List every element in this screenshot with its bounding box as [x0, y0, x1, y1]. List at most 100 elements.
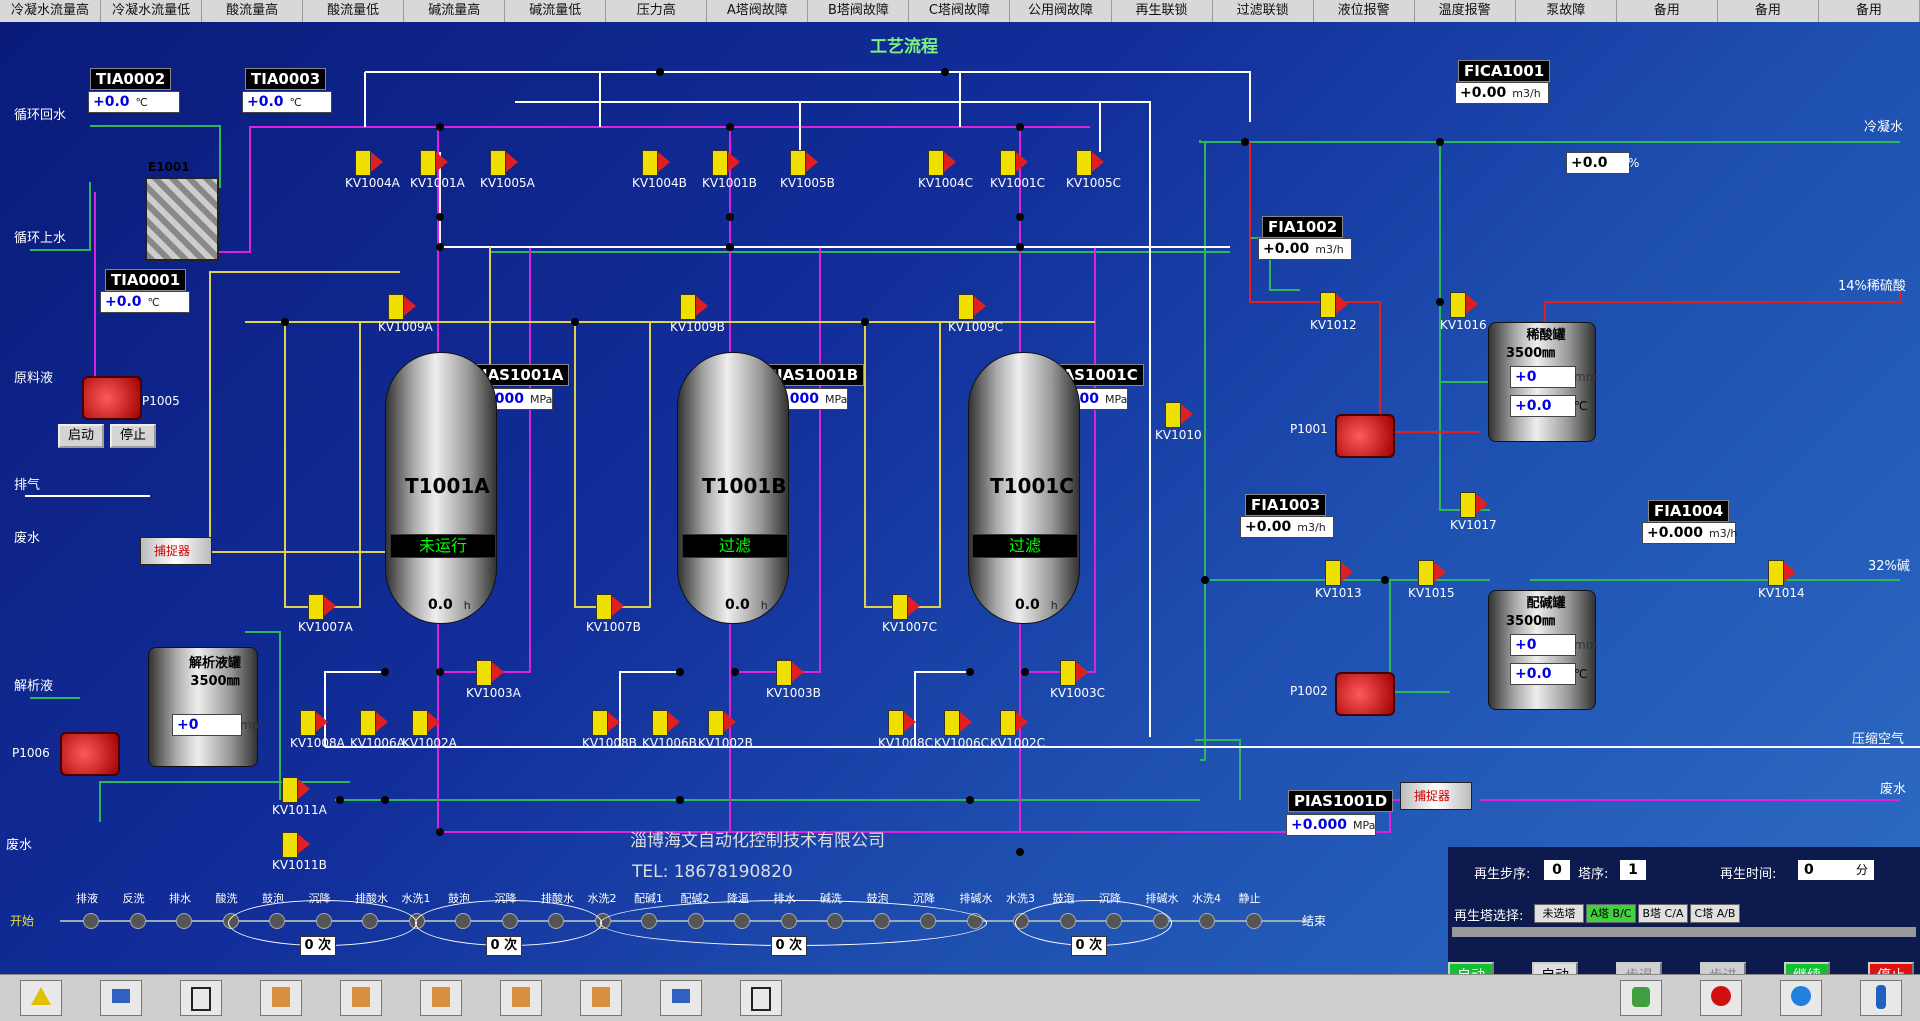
user-check-icon[interactable]: [1620, 980, 1662, 1016]
valve-KV1009C[interactable]: [958, 294, 974, 320]
loop-count[interactable]: 0 次: [299, 936, 337, 956]
valve-KV1004B[interactable]: [642, 150, 658, 176]
valve-KV1005A[interactable]: [490, 150, 506, 176]
page-icon-4[interactable]: [500, 980, 542, 1016]
tank-base-temp[interactable]: +0.0: [1510, 663, 1576, 685]
valve-KV1011A[interactable]: [282, 777, 298, 803]
value-FIA1003[interactable]: +0.00 m3/h: [1240, 516, 1334, 538]
loop-count[interactable]: 0 次: [1070, 936, 1108, 956]
valve-KV1007A[interactable]: [308, 594, 324, 620]
valve-KV1014[interactable]: [1768, 560, 1784, 586]
tank-desorb-level[interactable]: +0: [172, 714, 242, 736]
tank-acid-level[interactable]: +0: [1510, 366, 1576, 388]
tower-T1001C-name: T1001C: [990, 474, 1074, 498]
home-icon-2[interactable]: [660, 980, 702, 1016]
value-FICA1001[interactable]: +0.00 m3/h: [1455, 82, 1549, 104]
valve-KV1011B[interactable]: [282, 832, 298, 858]
value-TIA0002[interactable]: +0.0 ℃: [88, 91, 180, 113]
valve-KV1004C[interactable]: [928, 150, 944, 176]
tank-acid-temp[interactable]: +0.0: [1510, 395, 1576, 417]
page-icon-2[interactable]: [340, 980, 382, 1016]
alarm-icon[interactable]: [20, 980, 62, 1016]
valve-KV1007B[interactable]: [596, 594, 612, 620]
valve-KV1004C-body-icon: [944, 152, 956, 172]
valve-KV1001C-body-icon: [1016, 152, 1028, 172]
stream-waste-1: 废水: [14, 531, 41, 546]
valve-KV1008C[interactable]: [888, 710, 904, 736]
pump-P1002[interactable]: [1335, 672, 1395, 716]
valve-KV1016[interactable]: [1450, 292, 1466, 318]
valve-KV1001C[interactable]: [1000, 150, 1016, 176]
network-icon[interactable]: [1780, 980, 1822, 1016]
valve-KV1002B-body-icon: [724, 712, 736, 732]
output-FICA1001[interactable]: +0.0: [1566, 152, 1630, 174]
valve-KV1003A[interactable]: [476, 660, 492, 686]
valve-KV1001A[interactable]: [420, 150, 436, 176]
value-TIA0003[interactable]: +0.0 ℃: [242, 91, 332, 113]
valve-KV1005C[interactable]: [1076, 150, 1092, 176]
valve-KV1002B[interactable]: [708, 710, 724, 736]
value-PIAS1001D[interactable]: +0.000 MPa: [1286, 814, 1376, 836]
pump-P1001[interactable]: [1335, 414, 1395, 458]
sequence-step-dot[interactable]: [129, 913, 146, 929]
valve-KV1005B[interactable]: [790, 150, 806, 176]
sequence-step-dot[interactable]: [83, 913, 99, 929]
value-TIA0001[interactable]: +0.0 ℃: [100, 291, 190, 313]
valve-KV1010[interactable]: [1165, 402, 1181, 428]
pump-start-button[interactable]: 启动: [58, 424, 104, 448]
page-icon-5[interactable]: [580, 980, 622, 1016]
page-icon-3[interactable]: [420, 980, 462, 1016]
tower-value[interactable]: 1: [1620, 860, 1646, 880]
pump-P1006[interactable]: [60, 732, 120, 776]
valve-KV1017[interactable]: [1460, 492, 1476, 518]
valve-KV1008B[interactable]: [592, 710, 608, 736]
trend-icon[interactable]: [180, 980, 222, 1016]
sequence-step-label: 水洗2: [587, 892, 617, 905]
user-icon[interactable]: [1860, 980, 1902, 1016]
valve-KV1009A[interactable]: [388, 294, 404, 320]
valve-KV1011B-body-icon: [298, 834, 310, 854]
sequence-step-dot[interactable]: [176, 913, 192, 929]
valve-KV1001B[interactable]: [712, 150, 728, 176]
select-none[interactable]: 未选塔: [1534, 904, 1584, 923]
step-value[interactable]: 0: [1544, 860, 1570, 880]
heat-exchanger-E1001[interactable]: [145, 177, 219, 261]
valve-KV1002C[interactable]: [1000, 710, 1016, 736]
stream-raw: 原料液: [14, 371, 54, 386]
tower-T1001A-name: T1001A: [405, 474, 490, 498]
valve-KV1003B[interactable]: [776, 660, 792, 686]
time-value[interactable]: 0分: [1798, 860, 1874, 880]
valve-label: KV1001C: [990, 176, 1045, 190]
sequence-step-dot[interactable]: [1245, 913, 1262, 929]
loop-count[interactable]: 0 次: [770, 936, 808, 956]
value-FIA1004[interactable]: +0.000 m3/h: [1642, 522, 1737, 544]
valve-KV1015[interactable]: [1418, 560, 1434, 586]
power-icon[interactable]: [1700, 980, 1742, 1016]
loop-count[interactable]: 0 次: [485, 936, 523, 956]
valve-KV1012[interactable]: [1320, 292, 1336, 318]
valve-KV1009B[interactable]: [680, 294, 696, 320]
valve-KV1007C[interactable]: [892, 594, 908, 620]
valve-KV1004A[interactable]: [355, 150, 371, 176]
page-icon-1[interactable]: [260, 980, 302, 1016]
trend-icon-2[interactable]: [740, 980, 782, 1016]
pump-stop-button[interactable]: 停止: [110, 424, 156, 448]
sequence-step-dot[interactable]: [1199, 913, 1215, 929]
select-a[interactable]: A塔 B/C: [1586, 904, 1636, 923]
pump-P1005[interactable]: [82, 376, 142, 420]
valve-KV1002A[interactable]: [412, 710, 428, 736]
valve-KV1006B[interactable]: [652, 710, 668, 736]
value-FIA1002[interactable]: +0.00 m3/h: [1258, 238, 1352, 260]
tank-base-level[interactable]: +0: [1510, 634, 1576, 656]
select-b[interactable]: B塔 C/A: [1638, 904, 1688, 923]
select-c[interactable]: C塔 A/B: [1690, 904, 1740, 923]
valve-KV1003C[interactable]: [1060, 660, 1076, 686]
valve-KV1006A[interactable]: [360, 710, 376, 736]
valve-KV1006C[interactable]: [944, 710, 960, 736]
alarm-3: 酸流量高: [202, 0, 304, 22]
valve-KV1008A[interactable]: [300, 710, 316, 736]
sequence-start: 开始: [10, 914, 35, 928]
stream-cond: 冷凝水: [1864, 120, 1904, 135]
home-icon[interactable]: [100, 980, 142, 1016]
valve-KV1013[interactable]: [1325, 560, 1341, 586]
